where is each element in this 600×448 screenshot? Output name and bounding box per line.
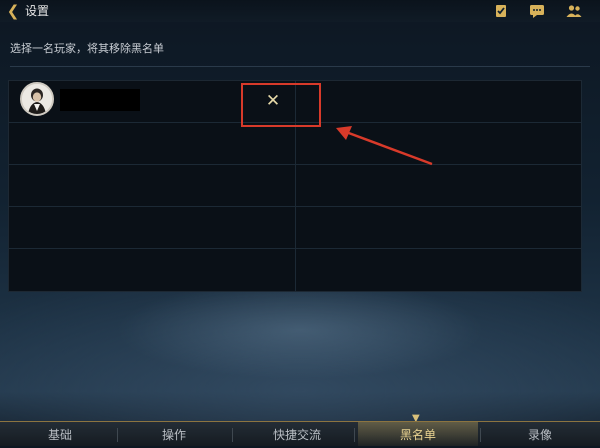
page-title: 设置 xyxy=(25,4,50,18)
top-bar: ❮ 设置 xyxy=(0,0,600,22)
blacklist-slot[interactable] xyxy=(9,249,296,291)
checklist-icon[interactable] xyxy=(493,3,509,19)
back-arrow-icon[interactable]: ❮ xyxy=(5,2,21,20)
divider xyxy=(10,66,590,67)
tab-controls[interactable]: 操作 xyxy=(114,422,234,446)
tab-quick-chat[interactable]: 快捷交流 xyxy=(237,422,357,446)
bottom-tab-bar: 基础 操作 快捷交流 黑名单 录像 xyxy=(0,421,600,446)
annotation-arrow-icon xyxy=(336,126,433,166)
chat-icon[interactable] xyxy=(529,3,545,19)
tab-blacklist[interactable]: 黑名单 xyxy=(358,422,478,446)
tab-basic[interactable]: 基础 xyxy=(0,422,120,446)
blacklist-slot[interactable] xyxy=(296,81,582,123)
tab-replays[interactable]: 录像 xyxy=(480,422,600,446)
player-name-redacted xyxy=(60,89,140,111)
blacklist-slot[interactable] xyxy=(296,207,582,249)
blacklist-slot[interactable] xyxy=(9,165,296,207)
tab-separator xyxy=(354,428,355,442)
blacklist-slot[interactable] xyxy=(9,123,296,165)
annotation-highlight-box xyxy=(241,83,321,127)
friends-icon[interactable] xyxy=(566,3,582,19)
blacklist-slot[interactable] xyxy=(296,165,582,207)
blacklist-slot[interactable] xyxy=(9,207,296,249)
blacklist-slot[interactable] xyxy=(296,249,582,291)
player-avatar[interactable] xyxy=(20,82,54,116)
tab-separator xyxy=(232,428,233,442)
instruction-text: 选择一名玩家，将其移除黑名单 xyxy=(10,42,164,55)
